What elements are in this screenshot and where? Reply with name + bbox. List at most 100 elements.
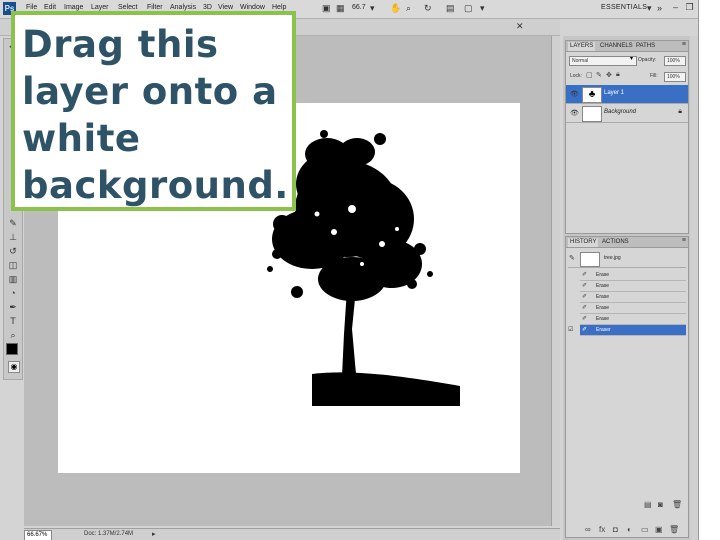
history-panel-tabs: HISTORY ACTIONS ≡ <box>566 237 688 248</box>
history-step[interactable]: ✐ Erase <box>580 270 686 281</box>
menu-select[interactable]: Select <box>118 4 137 11</box>
menu-edit[interactable]: Edit <box>44 4 56 11</box>
lock-all-icon[interactable]: 🔒︎ <box>616 71 620 79</box>
arrange-documents-icon[interactable]: ▤ <box>446 3 455 14</box>
minimize-icon[interactable]: – <box>670 2 681 13</box>
history-snapshot[interactable]: ✎ tree.jpg <box>568 251 686 268</box>
layers-bottom-bar: ∞ fx ◘ ◐ ▭ ▣ 🗑︎ <box>563 520 688 538</box>
opacity-field[interactable]: 100% <box>664 56 686 66</box>
history-step-label: Erase <box>596 305 610 311</box>
layer-row-background[interactable]: 👁︎ Background 🔒︎ <box>566 104 688 123</box>
blend-mode-select[interactable]: Normal <box>569 56 637 66</box>
panel-dock: LAYERS CHANNELS PATHS ≡ Normal ▾ Opacity… <box>563 36 698 540</box>
foreground-color-swatch[interactable] <box>6 343 18 355</box>
dodge-tool-icon[interactable]: ◔ <box>7 287 19 299</box>
history-brush-tool-icon[interactable]: ↺ <box>7 245 19 257</box>
eraser-icon: ✐ <box>582 316 588 322</box>
zoom-tool-icon[interactable]: ⌕ <box>406 3 411 14</box>
fill-field[interactable]: 100% <box>664 72 686 82</box>
lock-transparency-icon[interactable]: ▢ <box>586 71 593 79</box>
menu-window[interactable]: Window <box>240 4 265 11</box>
menu-help[interactable]: Help <box>272 4 286 11</box>
visibility-eye-icon[interactable]: 👁︎ <box>570 109 579 117</box>
menu-image[interactable]: Image <box>64 4 83 11</box>
visibility-eye-icon[interactable]: 👁︎ <box>570 90 579 98</box>
workspace-more-icon[interactable]: » <box>657 3 662 13</box>
layer-name: Layer 1 <box>604 90 625 96</box>
new-layer-icon[interactable]: ▣ <box>655 525 663 536</box>
tab-paths[interactable]: PATHS <box>634 42 657 51</box>
history-step[interactable]: ✐ Erase <box>580 292 686 303</box>
lock-position-icon[interactable]: ✥ <box>606 71 612 79</box>
workspace-dropdown-icon[interactable]: ▾ <box>647 3 652 14</box>
layer-thumbnail: ♣ <box>582 87 602 103</box>
zoom-tool-box-icon[interactable]: ⌕ <box>7 329 19 341</box>
tab-layers[interactable]: LAYERS <box>568 42 596 51</box>
eraser-icon: ✐ <box>582 294 588 300</box>
clone-stamp-tool-icon[interactable]: ⊥ <box>7 231 19 243</box>
panel-menu-icon[interactable]: ≡ <box>682 41 686 48</box>
snapshot-label: tree.jpg <box>604 255 621 261</box>
hand-tool-icon[interactable]: ✋ <box>390 3 401 14</box>
history-state-checkbox[interactable]: ☑ <box>568 326 573 333</box>
instruction-callout: Drag this layer onto a white background. <box>11 11 296 211</box>
history-source-brush-icon[interactable]: ✎ <box>569 254 575 262</box>
layers-panel: LAYERS CHANNELS PATHS ≡ Normal ▾ Opacity… <box>565 40 689 234</box>
menu-3d[interactable]: 3D <box>203 4 212 11</box>
blend-dropdown-icon[interactable]: ▾ <box>630 55 633 62</box>
type-tool-icon[interactable]: T <box>7 315 19 327</box>
tab-history[interactable]: HISTORY <box>568 238 599 247</box>
history-step[interactable]: ✐ Erase <box>580 314 686 325</box>
layer-style-icon[interactable]: fx <box>599 525 605 536</box>
close-document-icon[interactable]: ✕ <box>516 21 524 32</box>
history-step-current[interactable]: ☑ ✐ Eraser <box>568 325 686 336</box>
menu-analysis[interactable]: Analysis <box>170 4 196 11</box>
screen-mode-icon[interactable]: ▢ <box>464 3 473 14</box>
panel-menu-icon[interactable]: ≡ <box>682 237 686 244</box>
vertical-scrollbar[interactable] <box>551 36 560 526</box>
group-icon[interactable]: ▭ <box>641 525 649 536</box>
history-step-label: Erase <box>596 294 610 300</box>
zoom-level[interactable]: 66.7 <box>352 4 366 11</box>
lock-pixels-icon[interactable]: ✎ <box>596 71 602 79</box>
eraser-icon: ✐ <box>582 272 588 278</box>
pen-tool-icon[interactable]: ✒ <box>7 301 19 313</box>
eraser-icon: ✐ <box>582 305 588 311</box>
layer-row-layer-1[interactable]: 👁︎ ♣ Layer 1 <box>566 85 688 104</box>
history-step-label: Erase <box>596 316 610 322</box>
eraser-tool-icon[interactable]: ◫ <box>7 259 19 271</box>
workspace-switcher[interactable]: ESSENTIALS <box>601 4 647 11</box>
rotate-view-icon[interactable]: ↻ <box>424 3 432 14</box>
menu-filter[interactable]: Filter <box>147 4 163 11</box>
brush-tool-icon[interactable]: ✎ <box>7 217 19 229</box>
layer-name: Background <box>604 109 637 115</box>
layer-mask-icon[interactable]: ◘ <box>613 525 618 536</box>
history-step[interactable]: ✐ Erase <box>580 303 686 314</box>
tab-channels[interactable]: CHANNELS <box>598 42 635 51</box>
gradient-tool-icon[interactable]: ▥ <box>7 273 19 285</box>
delete-layer-icon[interactable]: 🗑︎ <box>669 525 679 536</box>
view-extras-icon[interactable]: ▦ <box>336 3 345 14</box>
restore-icon[interactable]: ❐ <box>684 2 695 13</box>
history-step[interactable]: ✐ Erase <box>580 281 686 292</box>
snapshot-thumbnail <box>580 252 600 267</box>
screen-mode-dropdown-icon[interactable]: ▾ <box>480 3 485 14</box>
dropdown-arrow-icon[interactable]: ▾ <box>370 3 375 14</box>
status-zoom-field[interactable]: 66.67% <box>24 530 52 540</box>
tab-actions[interactable]: ACTIONS <box>600 238 631 247</box>
history-step-label: Erase <box>596 283 610 289</box>
layer-thumbnail <box>582 106 602 122</box>
lock-icon: 🔒︎ <box>678 108 682 115</box>
menu-file[interactable]: File <box>26 4 37 11</box>
menu-layer[interactable]: Layer <box>91 4 109 11</box>
bridge-icon[interactable]: ▣ <box>322 3 331 14</box>
quick-mask-icon[interactable]: ◉ <box>8 361 20 373</box>
menu-view[interactable]: View <box>218 4 233 11</box>
adjustment-layer-icon[interactable]: ◐ <box>627 525 632 536</box>
history-step-label: Erase <box>596 272 610 278</box>
callout-text: Drag this layer onto a white background. <box>22 23 289 207</box>
link-layers-icon[interactable]: ∞ <box>585 525 591 536</box>
status-bar: 66.67% Doc: 1.37M/2.74M ▸ <box>24 528 560 540</box>
dock-scrollbar[interactable] <box>690 36 698 540</box>
status-menu-arrow-icon[interactable]: ▸ <box>152 530 156 538</box>
